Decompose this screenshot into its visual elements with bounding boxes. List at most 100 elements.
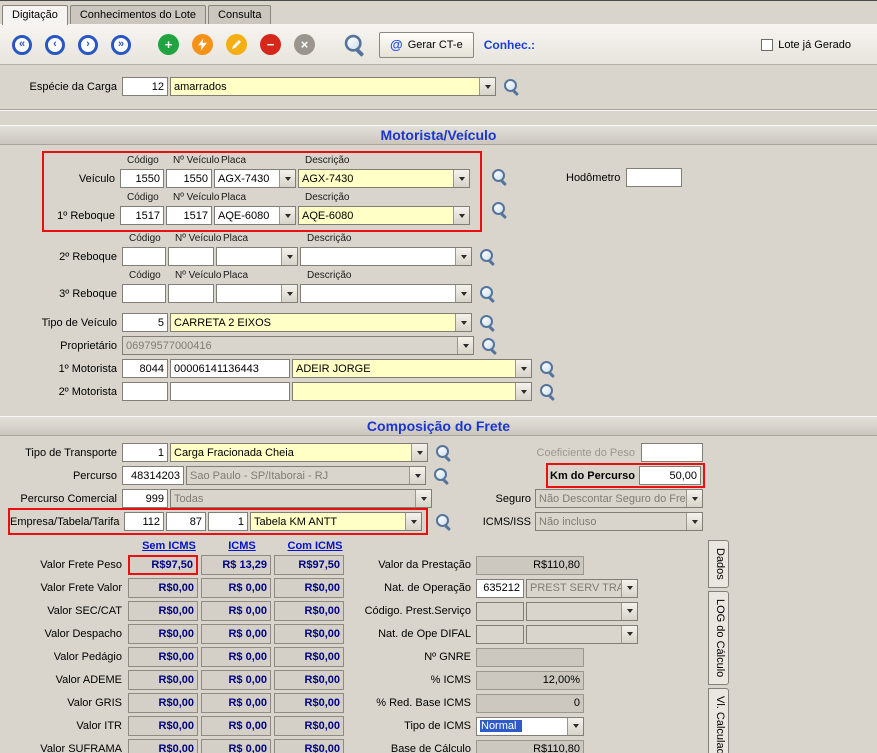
chevron-down-icon[interactable] (279, 170, 295, 187)
nav-next-button[interactable]: › (78, 35, 98, 55)
chevron-down-icon[interactable] (686, 490, 702, 507)
sem-icms-cell[interactable]: R$0,00 (128, 693, 198, 713)
chevron-down-icon[interactable] (686, 513, 702, 530)
search-icon[interactable] (481, 337, 498, 354)
chevron-down-icon[interactable] (405, 513, 421, 530)
tipo-de-veiculo-combo[interactable]: CARRETA 2 EIXOS (170, 313, 472, 332)
empresa-field[interactable]: 112 (124, 512, 164, 531)
reboque1-placa-combo[interactable]: AQE-6080 (214, 206, 296, 225)
search-icon[interactable] (491, 201, 508, 218)
tab-conhecimentos-do-lote[interactable]: Conhecimentos do Lote (70, 5, 206, 24)
motorista1-documento-field[interactable]: 00006141136443 (170, 359, 290, 378)
sem-icms-cell[interactable]: R$0,00 (128, 624, 198, 644)
reboque2-codigo-field[interactable] (122, 247, 166, 266)
chevron-down-icon[interactable] (455, 248, 471, 265)
nav-first-button[interactable]: « (12, 35, 32, 55)
codigo-prest-servico-combo[interactable] (526, 602, 638, 621)
icms-cell[interactable]: R$ 0,00 (201, 670, 271, 690)
search-icon[interactable] (479, 285, 496, 302)
percurso-combo[interactable]: Sao Paulo - SP/Itaborai - RJ (186, 466, 426, 485)
icms-cell[interactable]: R$ 0,00 (201, 693, 271, 713)
chevron-down-icon[interactable] (279, 207, 295, 224)
chevron-down-icon[interactable] (621, 603, 637, 620)
icms-cell[interactable]: R$ 0,00 (201, 647, 271, 667)
percurso-comercial-codigo-field[interactable]: 999 (122, 489, 168, 508)
chevron-down-icon[interactable] (515, 360, 531, 377)
icms-iss-combo[interactable]: Não incluso (535, 512, 703, 531)
search-button[interactable] (343, 33, 365, 55)
com-icms-cell[interactable]: R$0,00 (274, 670, 344, 690)
reboque1-descricao-combo[interactable]: AQE-6080 (298, 206, 470, 225)
com-icms-cell[interactable]: R$0,00 (274, 601, 344, 621)
nat-de-ope-difal-combo[interactable] (526, 625, 638, 644)
tipo-de-veiculo-codigo-field[interactable]: 5 (122, 313, 168, 332)
icms-cell[interactable]: R$ 0,00 (201, 601, 271, 621)
km-do-percurso-field[interactable]: 50,00 (639, 466, 701, 485)
add-button[interactable]: + (158, 34, 179, 55)
chevron-down-icon[interactable] (479, 78, 495, 95)
tabela-frete-combo[interactable]: Tabela KM ANTT (250, 512, 422, 531)
search-icon[interactable] (435, 513, 452, 530)
nav-prior-button[interactable]: ‹ (45, 35, 65, 55)
search-icon[interactable] (435, 444, 452, 461)
side-tab-vl-calculados[interactable]: Vl. Calculados (708, 688, 729, 753)
motorista2-documento-field[interactable] (170, 382, 290, 401)
chevron-down-icon[interactable] (455, 285, 471, 302)
search-icon[interactable] (539, 360, 556, 377)
delete-button[interactable]: − (260, 34, 281, 55)
veiculo-placa-combo[interactable]: AGX-7430 (214, 169, 296, 188)
com-icms-cell[interactable]: R$0,00 (274, 578, 344, 598)
motorista1-codigo-field[interactable]: 8044 (122, 359, 168, 378)
veiculo-numero-field[interactable]: 1550 (166, 169, 212, 188)
side-tab-log-do-calculo[interactable]: LOG do Cálculo (708, 591, 729, 685)
chevron-down-icon[interactable] (457, 337, 473, 354)
side-tab-dados[interactable]: Dados (708, 540, 729, 588)
tab-digitacao[interactable]: Digitação (2, 5, 68, 25)
nat-de-ope-difal-field[interactable] (476, 625, 524, 644)
reboque1-codigo-field[interactable]: 1517 (120, 206, 164, 225)
motorista2-nome-combo[interactable] (292, 382, 532, 401)
percurso-codigo-field[interactable]: 48314203 (122, 466, 184, 485)
com-icms-cell[interactable]: R$97,50 (274, 555, 344, 575)
especie-codigo-field[interactable]: 12 (122, 77, 168, 96)
lote-ja-gerado-checkbox[interactable]: Lote já Gerado (761, 39, 851, 51)
chevron-down-icon[interactable] (281, 285, 297, 302)
chevron-down-icon[interactable] (567, 718, 583, 735)
reboque1-numero-field[interactable]: 1517 (166, 206, 212, 225)
motorista2-codigo-field[interactable] (122, 382, 168, 401)
icms-cell[interactable]: R$ 0,00 (201, 716, 271, 736)
cancel-button[interactable]: × (294, 34, 315, 55)
reboque2-numero-field[interactable] (168, 247, 214, 266)
icms-cell[interactable]: R$ 0,00 (201, 739, 271, 753)
chevron-down-icon[interactable] (453, 170, 469, 187)
icms-cell[interactable]: R$ 0,00 (201, 578, 271, 598)
nat-de-operacao-codigo-field[interactable]: 635212 (476, 579, 524, 598)
sem-icms-cell[interactable]: R$0,00 (128, 578, 198, 598)
search-icon[interactable] (479, 248, 496, 265)
search-icon[interactable] (491, 168, 508, 185)
coeficiente-do-peso-field[interactable] (641, 443, 703, 462)
sem-icms-cell[interactable]: R$0,00 (128, 601, 198, 621)
nat-de-operacao-combo[interactable]: PREST SERV TRANSI (526, 579, 638, 598)
process-button[interactable] (192, 34, 213, 55)
nav-last-button[interactable]: » (111, 35, 131, 55)
tabela-field[interactable]: 87 (166, 512, 206, 531)
veiculo-codigo-field[interactable]: 1550 (120, 169, 164, 188)
icms-cell[interactable]: R$ 0,00 (201, 624, 271, 644)
chevron-down-icon[interactable] (415, 490, 431, 507)
chevron-down-icon[interactable] (281, 248, 297, 265)
chevron-down-icon[interactable] (515, 383, 531, 400)
chevron-down-icon[interactable] (453, 207, 469, 224)
search-icon[interactable] (479, 314, 496, 331)
com-icms-cell[interactable]: R$0,00 (274, 624, 344, 644)
codigo-prest-servico-field[interactable] (476, 602, 524, 621)
reboque3-codigo-field[interactable] (122, 284, 166, 303)
chevron-down-icon[interactable] (411, 444, 427, 461)
tarifa-field[interactable]: 1 (208, 512, 248, 531)
motorista1-nome-combo[interactable]: ADEIR JORGE (292, 359, 532, 378)
hodometro-field[interactable] (626, 168, 682, 187)
edit-button[interactable] (226, 34, 247, 55)
sem-icms-cell[interactable]: R$97,50 (128, 555, 198, 575)
tipo-de-icms-combo[interactable]: Normal (476, 717, 584, 736)
proprietario-combo[interactable]: 06979577000416 (122, 336, 474, 355)
